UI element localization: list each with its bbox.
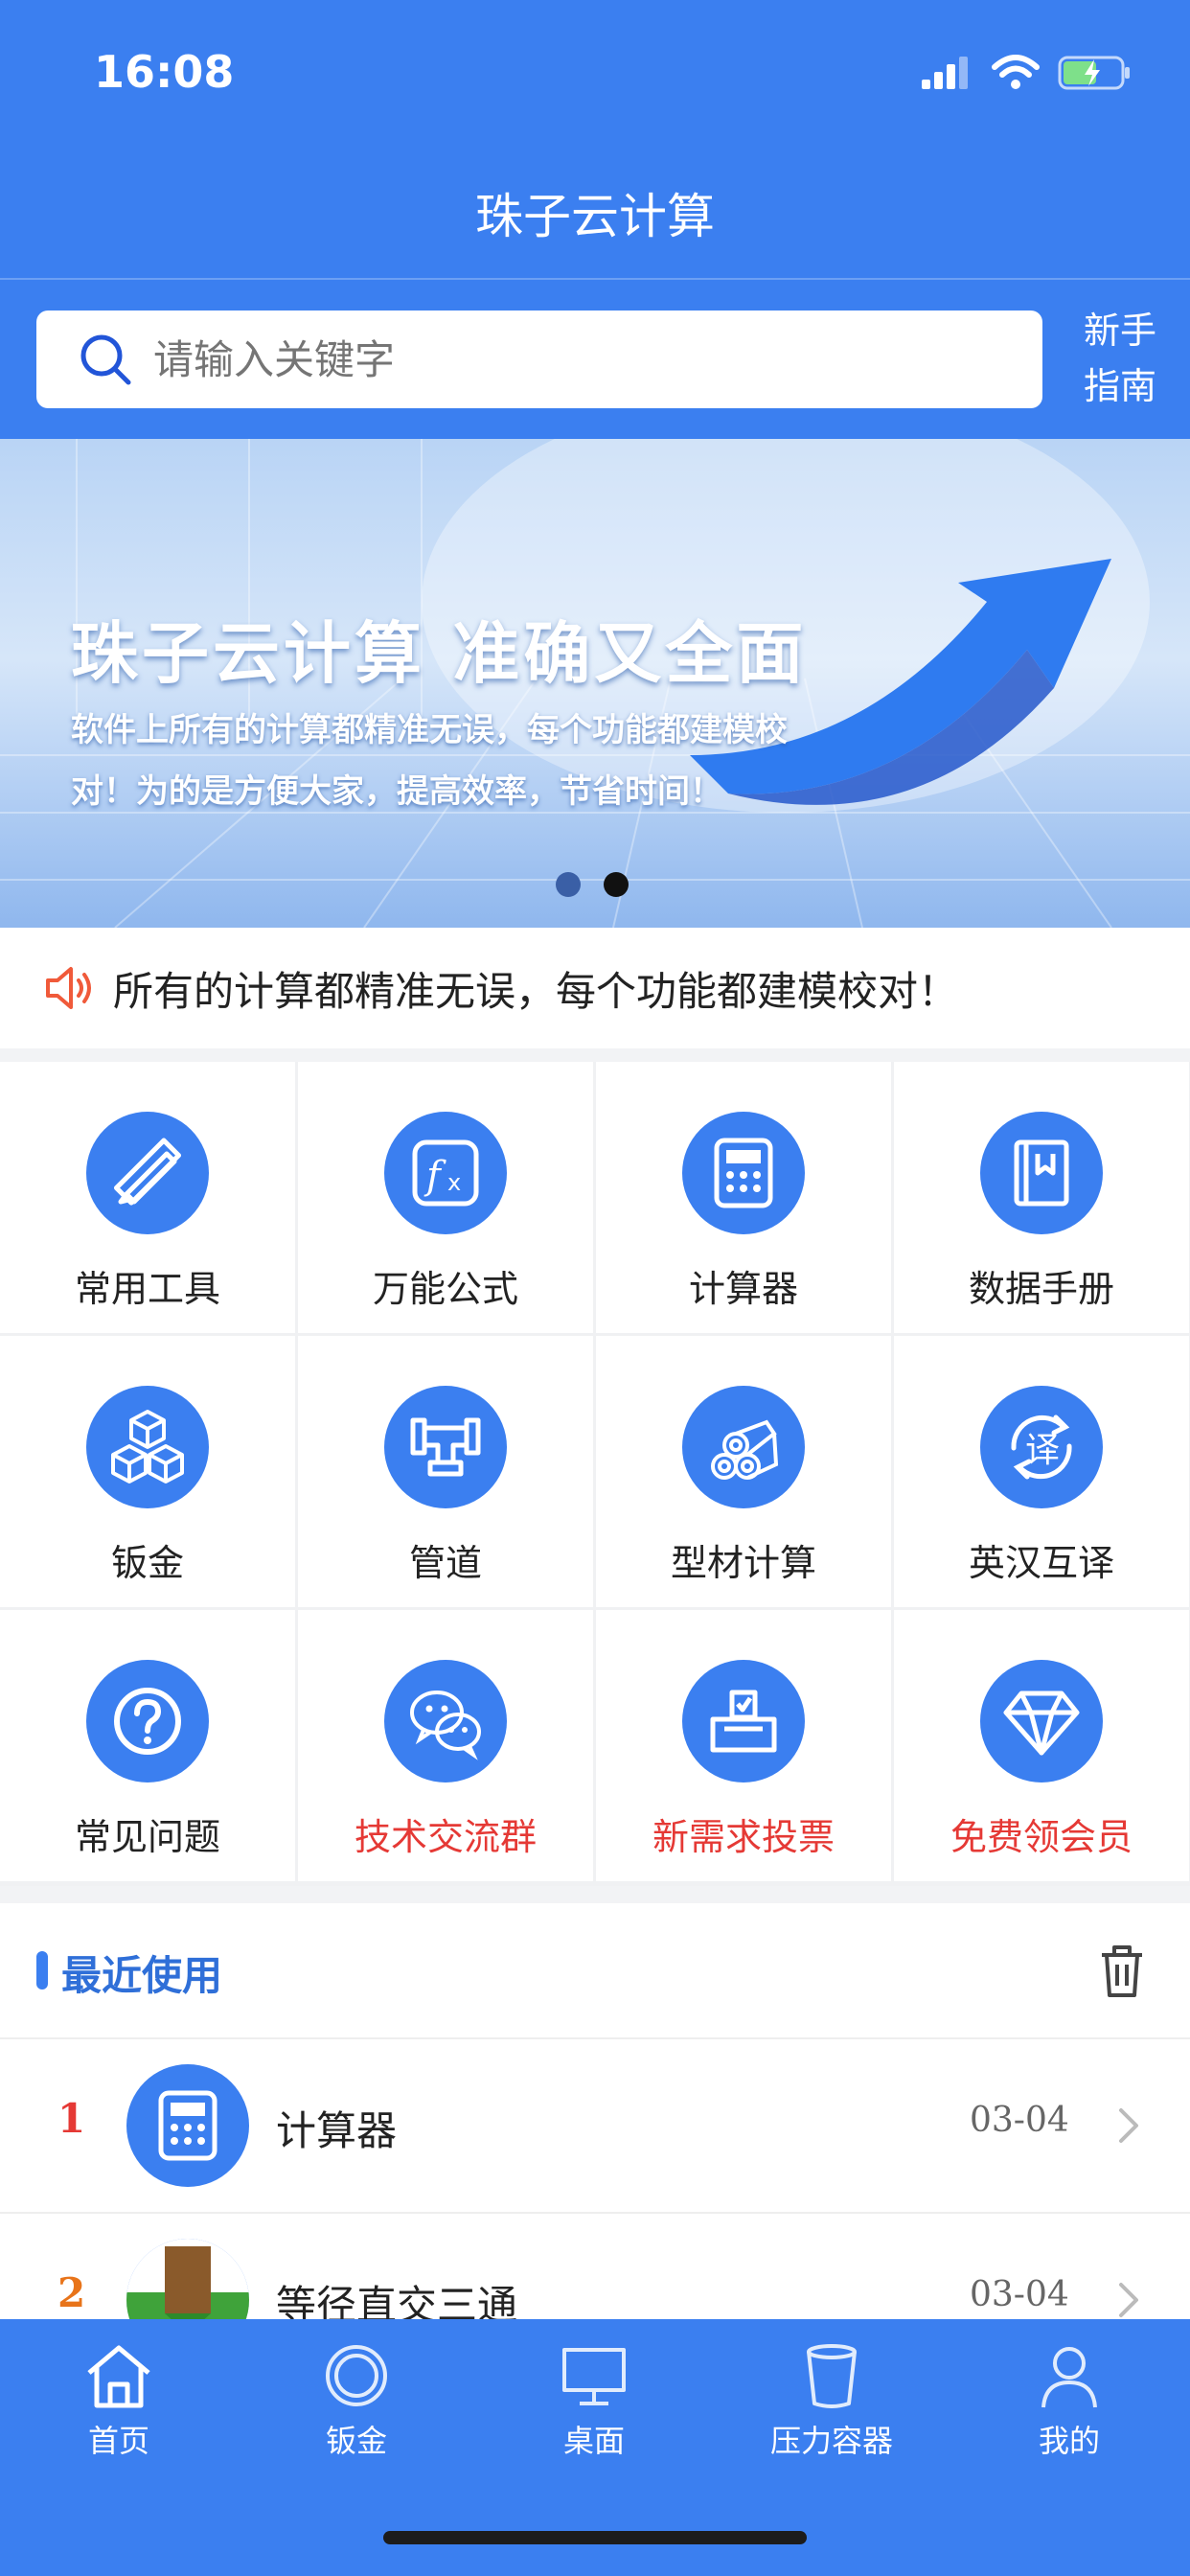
grid-item-label: 型材计算 [670, 1542, 816, 1584]
tab-label: 首页 [87, 2423, 149, 2459]
question-icon [86, 1660, 209, 1782]
chevron-right-icon [1119, 2283, 1138, 2317]
tab-label: 我的 [1038, 2423, 1100, 2459]
wifi-icon [992, 55, 1040, 89]
cubes-icon [86, 1386, 209, 1508]
grid-item-pipe[interactable]: 管道 [298, 1336, 593, 1607]
svg-text:译: 译 [1025, 1431, 1060, 1470]
signal-icon [922, 57, 968, 89]
grid-item-label: 管道 [408, 1542, 482, 1584]
guide-link[interactable]: 新手指南 [1077, 303, 1163, 414]
grid-item-label: 免费领会员 [950, 1816, 1133, 1858]
banner-carousel[interactable]: 珠子云计算 准确又全面 软件上所有的计算都精准无误，每个功能都建模校对！为的是方… [0, 439, 1190, 928]
formula-icon: f x [384, 1112, 507, 1234]
grid-item-free-vip[interactable]: 免费领会员 [894, 1610, 1189, 1881]
translate-icon: 译 [980, 1386, 1103, 1508]
status-time: 16:08 [94, 46, 235, 98]
recent-item-date: 03-04 [970, 2275, 1069, 2314]
grid-item-label: 数据手册 [968, 1268, 1114, 1310]
grid-item-translate[interactable]: 译 英汉互译 [894, 1336, 1189, 1607]
tab-mine[interactable]: 我的 [950, 2340, 1188, 2459]
notice-bar[interactable]: 所有的计算都精准无误，每个功能都建模校对！ [0, 928, 1190, 1048]
carousel-dot[interactable] [556, 872, 581, 897]
monitor-icon [562, 2348, 626, 2405]
svg-text:f: f [423, 1154, 446, 1198]
tab-pressure-vessel[interactable]: 压力容器 [713, 2340, 950, 2459]
recent-item-name: 计算器 [276, 2107, 398, 2154]
tab-label: 压力容器 [769, 2423, 893, 2459]
page-title: 珠子云计算 [475, 189, 715, 244]
grid-item-calculator[interactable]: 计算器 [596, 1062, 891, 1333]
function-grid: 常用工具 f x 万能公式 计算器 数据手册 钣金 管道 型材计算 译 英汉互译… [0, 1062, 1190, 1886]
banner-headline: 珠子云计算 准确又全面 [71, 614, 808, 693]
carousel-dot-active[interactable] [604, 872, 629, 897]
calculator-icon [682, 1112, 805, 1234]
pipe-icon [384, 1386, 507, 1508]
section-marker [36, 1951, 48, 1990]
banner-subtitle: 软件上所有的计算都精准无误，每个功能都建模校对！为的是方便大家，提高效率，节省时… [71, 711, 788, 811]
grid-item-tech-group[interactable]: 技术交流群 [298, 1610, 593, 1881]
chevron-right-icon [1119, 2108, 1138, 2143]
tab-label: 桌面 [562, 2423, 625, 2459]
recent-item-date: 03-04 [970, 2101, 1069, 2140]
wechat-icon [384, 1660, 507, 1782]
rank-number: 2 [57, 2269, 86, 2316]
home-icon [87, 2345, 150, 2408]
trash-icon[interactable] [1098, 1944, 1146, 1999]
rank-number: 1 [57, 2095, 86, 2142]
section-gap [0, 1048, 1190, 1062]
diamond-icon [980, 1660, 1103, 1782]
recent-title: 最近使用 [61, 1952, 223, 1999]
tab-label: 钣金 [325, 2423, 387, 2459]
grid-item-vote[interactable]: 新需求投票 [596, 1610, 891, 1881]
grid-item-label: 常用工具 [74, 1268, 220, 1310]
tab-desktop[interactable]: 桌面 [475, 2340, 713, 2459]
svg-text:x: x [447, 1169, 461, 1196]
speaker-icon [46, 967, 91, 1009]
grid-item-data-manual[interactable]: 数据手册 [894, 1062, 1189, 1333]
grid-item-profile-calc[interactable]: 型材计算 [596, 1336, 891, 1607]
tab-home[interactable]: 首页 [0, 2340, 238, 2459]
grid-item-label: 新需求投票 [652, 1816, 835, 1858]
recent-header: 最近使用 [0, 1903, 1190, 2039]
grid-item-label: 英汉互译 [968, 1542, 1114, 1584]
ring-icon [326, 2345, 387, 2406]
grid-item-common-tools[interactable]: 常用工具 [0, 1062, 295, 1333]
search-icon [80, 334, 131, 385]
grid-item-sheet-metal[interactable]: 钣金 [0, 1336, 295, 1607]
grid-item-formula[interactable]: f x 万能公式 [298, 1062, 593, 1333]
status-icons [920, 54, 1133, 92]
grid-item-label: 钣金 [110, 1542, 184, 1584]
cup-icon [807, 2344, 857, 2408]
search-box[interactable] [36, 310, 1042, 408]
grid-item-label: 常见问题 [74, 1816, 220, 1858]
ruler-pencil-icon [86, 1112, 209, 1234]
divider [0, 278, 1190, 280]
notice-text: 所有的计算都精准无误，每个功能都建模校对！ [113, 967, 959, 1015]
grid-item-faq[interactable]: 常见问题 [0, 1610, 295, 1881]
profile-icon [682, 1386, 805, 1508]
calculator-icon [126, 2064, 249, 2187]
book-icon [980, 1112, 1103, 1234]
home-indicator [383, 2531, 807, 2544]
battery-icon [1058, 56, 1130, 90]
user-icon [1041, 2347, 1097, 2408]
search-input[interactable] [151, 334, 1018, 384]
recent-item[interactable]: 1 计算器 03-04 [0, 2039, 1190, 2214]
ballot-box-icon [682, 1660, 805, 1782]
grid-item-label: 技术交流群 [354, 1816, 537, 1858]
grid-item-label: 计算器 [688, 1268, 798, 1310]
tab-sheet-metal[interactable]: 钣金 [238, 2340, 475, 2459]
section-gap [0, 1886, 1190, 1903]
grid-item-label: 万能公式 [372, 1268, 518, 1310]
header: 16:08 珠子云计算 新手指南 [0, 0, 1190, 439]
carousel-dots [556, 872, 629, 897]
